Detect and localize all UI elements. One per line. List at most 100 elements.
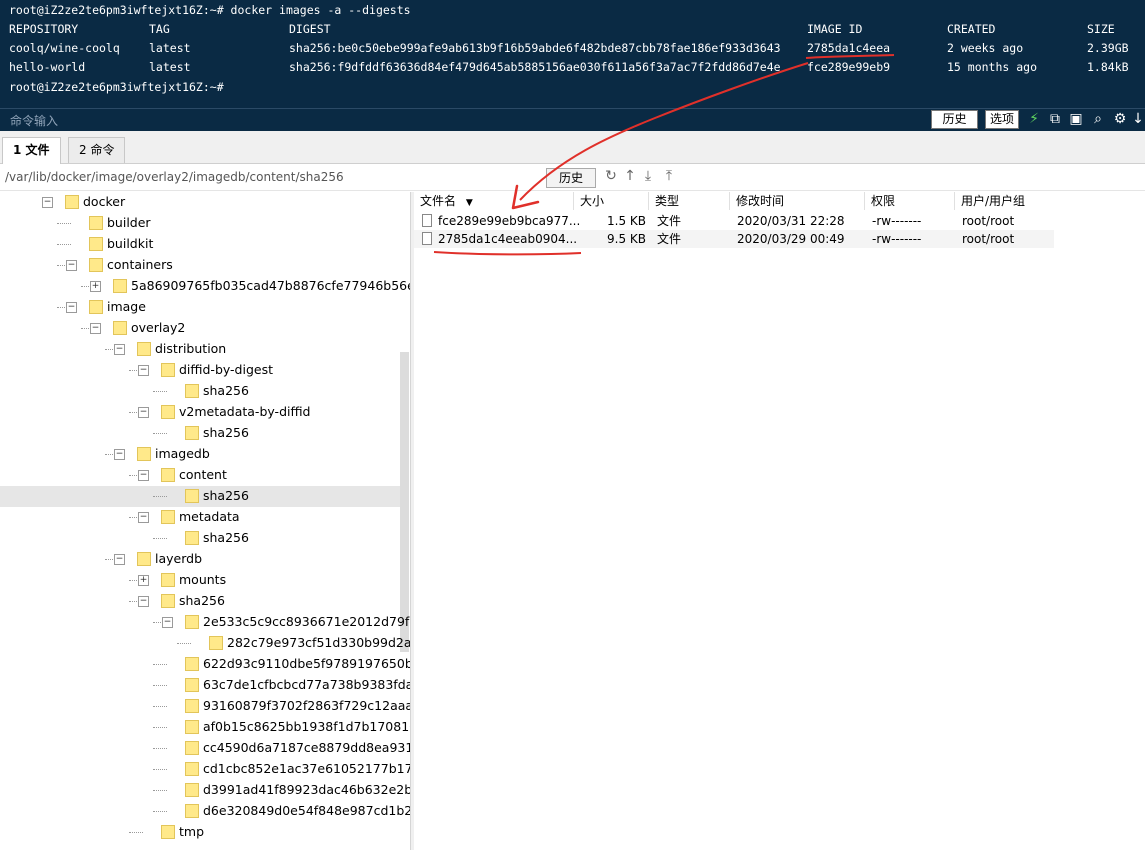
tree-node[interactable]: tmp [0,822,400,843]
path-history-button[interactable]: 历史 [546,168,596,188]
tree-connector [153,433,167,434]
tree-node[interactable]: − layerdb [0,549,400,570]
tree-connector [153,748,167,749]
terminal-cell: 2.39GB [1087,41,1129,55]
tree-node[interactable]: builder [0,213,400,234]
tree-node[interactable]: d3991ad41f89923dac46b632e2b9 [0,780,410,801]
terminal-cell: hello-world [9,60,86,74]
tree-node-label: 2e533c5c9cc8936671e2012d79fc6 [203,614,410,629]
tree-node[interactable]: 93160879f3702f2863f729c12aaa8a [0,696,410,717]
collapse-icon[interactable]: − [138,512,149,523]
tree-node[interactable]: af0b15c8625bb1938f1d7b1708103 [0,717,410,738]
tree-node[interactable]: − imagedb [0,444,400,465]
tree-node[interactable]: − containers [0,255,400,276]
tree-node[interactable]: sha256 [0,528,400,549]
collapse-icon[interactable]: − [90,323,101,334]
command-input-label[interactable]: 命令输入 [10,112,58,129]
tree-node[interactable]: 282c79e973cf51d330b99d2a9 [0,633,410,654]
tree-connector [153,685,167,686]
collapse-icon[interactable]: − [66,260,77,271]
tree-node-label: d6e320849d0e54f848e987cd1b26 [203,803,410,818]
expand-icon[interactable]: + [90,281,101,292]
tree-node[interactable]: sha256 [0,486,400,507]
tree-node-label: content [179,467,227,482]
tree-node[interactable]: − v2metadata-by-diffid [0,402,400,423]
tree-node[interactable]: − content [0,465,400,486]
tree-connector [153,811,167,812]
file-row[interactable]: 2785da1c4eeab0904... 9.5 KB 文件 2020/03/2… [414,230,1054,248]
tree-node[interactable]: − overlay2 [0,318,400,339]
column-header-permissions[interactable]: 权限 [865,192,955,210]
tree-scrollbar[interactable] [400,352,409,652]
tree-node-label: metadata [179,509,240,524]
tree-node[interactable]: sha256 [0,423,400,444]
collapse-icon[interactable]: − [162,617,173,628]
up-icon[interactable]: ↑ [622,168,638,184]
collapse-icon[interactable]: − [66,302,77,313]
tree-node-label: imagedb [155,446,210,461]
file-mtime: 2020/03/31 22:28 [737,214,845,228]
folder-icon [137,552,151,566]
sort-descending-icon: ▼ [465,198,473,208]
copy-icon[interactable]: ⧉ [1047,111,1063,127]
search-icon[interactable]: ⌕ [1090,111,1106,127]
terminal-cell: 1.84kB [1087,60,1129,74]
history-button[interactable]: 历史 [931,110,978,129]
expand-icon[interactable]: + [138,575,149,586]
tree-node[interactable]: d6e320849d0e54f848e987cd1b26 [0,801,410,822]
column-header-mtime[interactable]: 修改时间 [730,192,865,210]
upload-icon[interactable]: ⤒ [661,168,677,184]
file-row[interactable]: fce289e99eb9bca977... 1.5 KB 文件 2020/03/… [414,212,1054,230]
column-header-size[interactable]: 大小 [574,192,649,210]
refresh-icon[interactable]: ↻ [603,168,619,184]
collapse-icon[interactable]: − [138,407,149,418]
file-list[interactable]: 文件名 ▼ 大小 类型 修改时间 权限 用户/用户组 fce289e99eb9b… [414,192,1145,850]
collapse-icon[interactable]: − [114,344,125,355]
tree-node[interactable]: cc4590d6a7187ce8879dd8ea931fl [0,738,410,759]
tree-node[interactable]: buildkit [0,234,400,255]
tree-node[interactable]: − distribution [0,339,400,360]
terminal-output[interactable]: root@iZ2ze2te6pm3iwftejxt16Z:~# docker i… [0,0,1145,108]
tree-node[interactable]: − 2e533c5c9cc8936671e2012d79fc6 [0,612,410,633]
tree-connector [153,391,167,392]
options-button[interactable]: 选项 [985,110,1019,129]
folder-icon [161,468,175,482]
gear-icon[interactable]: ⚙ [1112,111,1128,127]
column-header-name[interactable]: 文件名 ▼ [414,192,574,210]
tree-node[interactable]: − image [0,297,400,318]
collapse-icon[interactable]: − [114,554,125,565]
download-icon[interactable]: ⤓ [640,168,656,184]
command-input-bar[interactable]: 命令输入 历史 选项 ⚡ ⧉ ▣ ⌕ ⚙ ↓ [0,108,1145,131]
download-icon[interactable]: ↓ [1130,111,1145,127]
tab-commands[interactable]: 2 命令 [68,137,126,163]
lightning-icon[interactable]: ⚡ [1026,111,1042,127]
tree-node[interactable]: 622d93c9110dbe5f9789197650b9 [0,654,410,675]
tree-node[interactable]: − metadata [0,507,400,528]
path-input[interactable] [3,168,547,186]
column-header-owner[interactable]: 用户/用户组 [955,192,1055,210]
collapse-icon[interactable]: − [138,470,149,481]
tree-connector [153,769,167,770]
folder-icon [185,720,199,734]
tree-node[interactable]: sha256 [0,381,400,402]
tab-bar: 1 文件 2 命令 [0,131,1145,164]
collapse-icon[interactable]: − [114,449,125,460]
tree-node[interactable]: − docker [0,192,400,213]
directory-tree[interactable]: − docker builder buildkit − containers +5a8690… [0,192,410,850]
tree-node[interactable]: +5a86909765fb035cad47b8876cfe77946b56ee3 [0,276,410,297]
column-header-type[interactable]: 类型 [649,192,730,210]
tree-node[interactable]: cd1cbc852e1ac37e61052177b17b [0,759,410,780]
tree-node-label: cc4590d6a7187ce8879dd8ea931fl [203,740,410,755]
file-mtime: 2020/03/29 00:49 [737,232,845,246]
tree-node[interactable]: − diffid-by-digest [0,360,400,381]
collapse-icon[interactable]: − [138,365,149,376]
tree-node[interactable]: + mounts [0,570,400,591]
folder-icon [185,426,199,440]
tree-node[interactable]: − sha256 [0,591,400,612]
collapse-icon[interactable]: − [138,596,149,607]
folder-icon [161,405,175,419]
paste-icon[interactable]: ▣ [1068,111,1084,127]
tree-node[interactable]: 63c7de1cfbcbcd77a738b9383fdak [0,675,410,696]
collapse-icon[interactable]: − [42,197,53,208]
tab-files[interactable]: 1 文件 [2,137,61,164]
